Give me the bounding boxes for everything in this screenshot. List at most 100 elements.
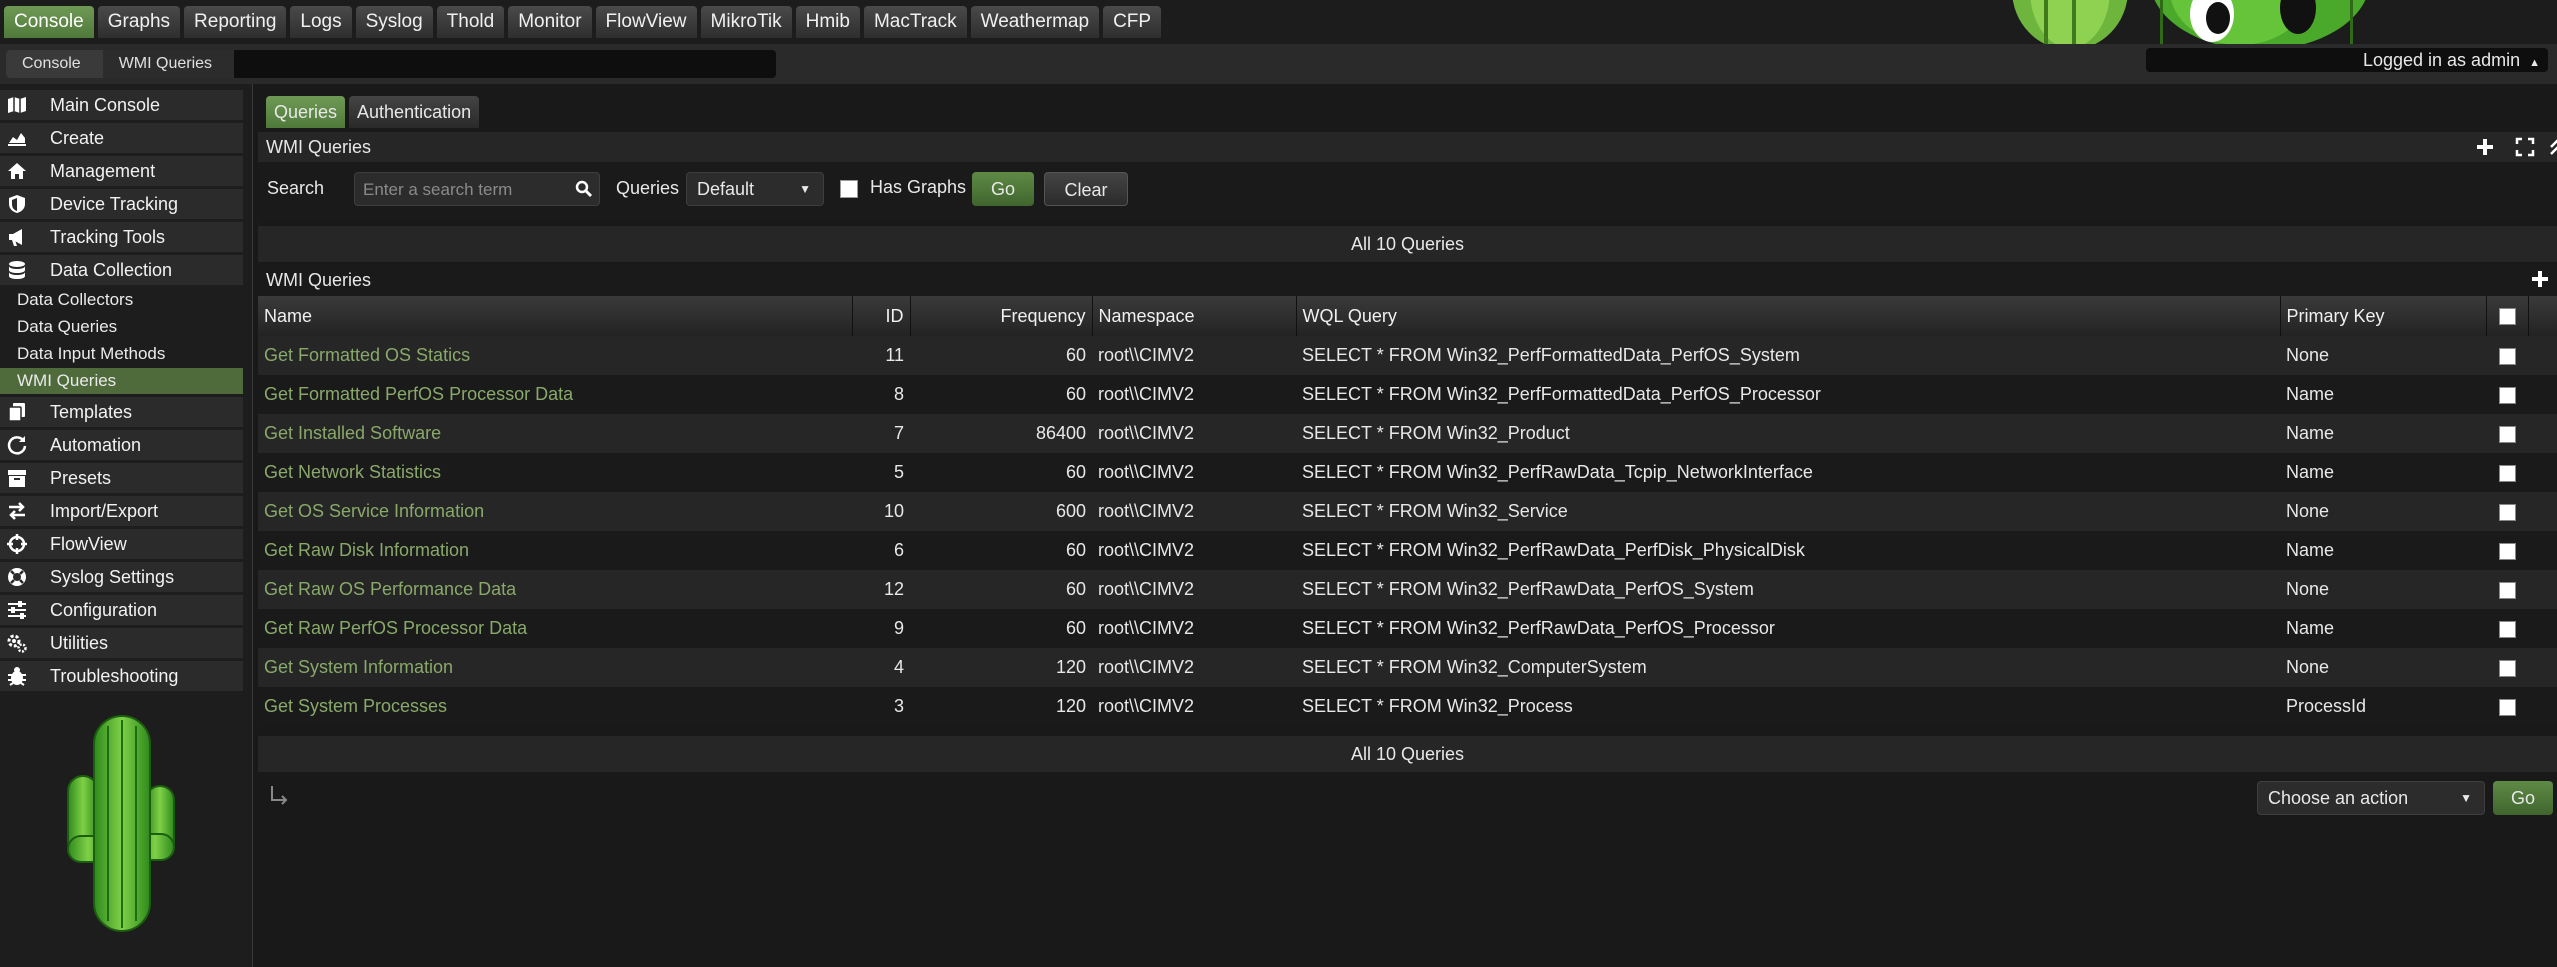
query-name-link[interactable]: Get System Information bbox=[258, 648, 852, 687]
tab-queries[interactable]: Queries bbox=[266, 96, 346, 128]
tab-authentication[interactable]: Authentication bbox=[349, 96, 480, 128]
table-row[interactable]: Get Formatted OS Statics 11 60 root\\CIMV2 S… bbox=[258, 336, 2557, 375]
row-checkbox[interactable] bbox=[2498, 464, 2516, 482]
query-name-link[interactable]: Get System Processes bbox=[258, 687, 852, 726]
row-checkbox[interactable] bbox=[2498, 386, 2516, 404]
tab-mikrotik[interactable]: MikroTik bbox=[700, 6, 792, 38]
table-row[interactable]: Get Installed Software 7 86400 root\\CIMV2 S… bbox=[258, 414, 2557, 453]
tab-console[interactable]: Console bbox=[4, 6, 94, 38]
search-icon[interactable] bbox=[575, 180, 593, 203]
sidebar-item-troubleshooting[interactable]: Troubleshooting bbox=[0, 661, 243, 694]
query-name-link[interactable]: Get Raw OS Performance Data bbox=[258, 570, 852, 609]
sidebar-subitem-data-collectors[interactable]: Data Collectors bbox=[0, 287, 243, 313]
bug-icon bbox=[0, 661, 34, 691]
tab-flowview[interactable]: FlowView bbox=[595, 6, 697, 38]
tab-thold[interactable]: Thold bbox=[436, 6, 505, 38]
table-row[interactable]: Get Raw OS Performance Data 12 60 root\\CIM… bbox=[258, 570, 2557, 609]
query-name-link[interactable]: Get Formatted OS Statics bbox=[258, 336, 852, 375]
sidebar-subitem-data-queries[interactable]: Data Queries bbox=[0, 314, 243, 340]
sidebar-subitem-wmi-queries[interactable]: WMI Queries bbox=[0, 368, 243, 394]
row-checkbox[interactable] bbox=[2498, 659, 2516, 677]
tab-mactrack[interactable]: MacTrack bbox=[863, 6, 967, 38]
collapse-icon[interactable] bbox=[2546, 137, 2557, 159]
sidebar-item-tracking-tools[interactable]: Tracking Tools bbox=[0, 222, 243, 255]
select-all-checkbox[interactable] bbox=[2498, 308, 2516, 326]
column-namespace[interactable]: Namespace bbox=[1092, 296, 1297, 336]
login-status[interactable]: Logged in as admin ▲ bbox=[2146, 48, 2548, 72]
sidebar-item-label: Device Tracking bbox=[50, 193, 179, 214]
column-primary-key[interactable]: Primary Key bbox=[2280, 296, 2487, 336]
breadcrumb-wmi-queries[interactable]: WMI Queries bbox=[102, 50, 235, 78]
row-checkbox[interactable] bbox=[2498, 347, 2516, 365]
row-spacer bbox=[2528, 648, 2557, 687]
sidebar-item-import-export[interactable]: Import/Export bbox=[0, 496, 243, 529]
table-row[interactable]: Get Formatted PerfOS Processor Data 8 60 ro… bbox=[258, 375, 2557, 414]
column-frequency[interactable]: Frequency bbox=[910, 296, 1093, 336]
table-row[interactable]: Get Raw Disk Information 6 60 root\\CIMV2 SE… bbox=[258, 531, 2557, 570]
crosshair-icon bbox=[0, 529, 34, 559]
tab-logs[interactable]: Logs bbox=[290, 6, 352, 38]
table-row[interactable]: Get OS Service Information 10 600 root\\CIM… bbox=[258, 492, 2557, 531]
tab-graphs[interactable]: Graphs bbox=[97, 6, 181, 38]
go-button[interactable]: Go bbox=[972, 172, 1034, 206]
sidebar-item-device-tracking[interactable]: Device Tracking bbox=[0, 189, 243, 222]
search-input[interactable] bbox=[355, 173, 575, 207]
sidebar-item-automation[interactable]: Automation bbox=[0, 430, 243, 463]
query-name-link[interactable]: Get Formatted PerfOS Processor Data bbox=[258, 375, 852, 414]
plus-icon[interactable] bbox=[2474, 137, 2496, 159]
query-name-link[interactable]: Get Raw PerfOS Processor Data bbox=[258, 609, 852, 648]
chevron-down-icon: ▼ bbox=[2460, 791, 2472, 805]
query-frequency: 120 bbox=[910, 687, 1092, 726]
column-id[interactable]: ID bbox=[852, 296, 911, 336]
action-select[interactable]: Choose an action ▼ bbox=[2257, 781, 2485, 815]
tab-cfp[interactable]: CFP bbox=[1103, 6, 1162, 38]
sidebar-item-syslog-settings[interactable]: Syslog Settings bbox=[0, 562, 243, 595]
query-name-link[interactable]: Get Network Statistics bbox=[258, 453, 852, 492]
query-name-link[interactable]: Get Installed Software bbox=[258, 414, 852, 453]
sidebar-item-utilities[interactable]: Utilities bbox=[0, 628, 243, 661]
sidebar-item-data-collection[interactable]: Data Collection bbox=[0, 255, 243, 288]
breadcrumb: Console WMI Queries bbox=[6, 50, 776, 78]
column-wql-query[interactable]: WQL Query bbox=[1296, 296, 2281, 336]
fullscreen-icon[interactable] bbox=[2514, 137, 2536, 159]
query-name-link[interactable]: Get Raw Disk Information bbox=[258, 531, 852, 570]
query-namespace: root\\CIMV2 bbox=[1092, 492, 1296, 531]
sidebar-item-flowview[interactable]: FlowView bbox=[0, 529, 243, 562]
sidebar-item-configuration[interactable]: Configuration bbox=[0, 595, 243, 628]
caret-up-icon: ▲ bbox=[2529, 57, 2540, 69]
tab-syslog[interactable]: Syslog bbox=[355, 6, 433, 38]
action-go-button[interactable]: Go bbox=[2493, 781, 2553, 815]
queries-label: Queries bbox=[616, 178, 680, 198]
row-checkbox[interactable] bbox=[2498, 425, 2516, 443]
tab-reporting[interactable]: Reporting bbox=[184, 6, 287, 38]
tab-weathermap[interactable]: Weathermap bbox=[970, 6, 1100, 38]
sidebar-subitem-data-input-methods[interactable]: Data Input Methods bbox=[0, 341, 243, 367]
row-checkbox[interactable] bbox=[2498, 503, 2516, 521]
row-checkbox[interactable] bbox=[2498, 698, 2516, 716]
add-query-icon[interactable] bbox=[2529, 269, 2551, 291]
has-graphs-checkbox[interactable] bbox=[840, 180, 858, 198]
table-row[interactable]: Get Raw PerfOS Processor Data 9 60 root\\CI… bbox=[258, 609, 2557, 648]
row-checkbox[interactable] bbox=[2498, 542, 2516, 560]
tab-monitor[interactable]: Monitor bbox=[508, 6, 592, 38]
search-box bbox=[354, 172, 600, 207]
query-name-link[interactable]: Get OS Service Information bbox=[258, 492, 852, 531]
sidebar-item-create[interactable]: Create bbox=[0, 123, 243, 156]
clear-button[interactable]: Clear bbox=[1044, 172, 1128, 206]
row-checkbox[interactable] bbox=[2498, 581, 2516, 599]
breadcrumb-console[interactable]: Console bbox=[6, 50, 103, 78]
sidebar-item-templates[interactable]: Templates bbox=[0, 397, 243, 430]
table-row[interactable]: Get System Information 4 120 root\\CIMV2 SEL… bbox=[258, 648, 2557, 687]
column-name[interactable]: Name bbox=[258, 296, 853, 336]
sidebar-item-presets[interactable]: Presets bbox=[0, 463, 243, 496]
table-row[interactable]: Get Network Statistics 5 60 root\\CIMV2 SELE… bbox=[258, 453, 2557, 492]
sidebar-item-management[interactable]: Management bbox=[0, 156, 243, 189]
row-checkbox[interactable] bbox=[2498, 620, 2516, 638]
sidebar-item-label: Troubleshooting bbox=[50, 665, 179, 686]
tab-hmib[interactable]: Hmib bbox=[795, 6, 860, 38]
sidebar-item-label: Management bbox=[50, 160, 156, 181]
sidebar-item-main-console[interactable]: Main Console bbox=[0, 90, 243, 123]
table-row[interactable]: Get System Processes 3 120 root\\CIMV2 SELEC… bbox=[258, 687, 2557, 726]
main-tabs: Console Graphs Reporting Logs Syslog Thold Mon… bbox=[4, 6, 1162, 38]
queries-select[interactable]: Default ▼ bbox=[686, 172, 824, 206]
